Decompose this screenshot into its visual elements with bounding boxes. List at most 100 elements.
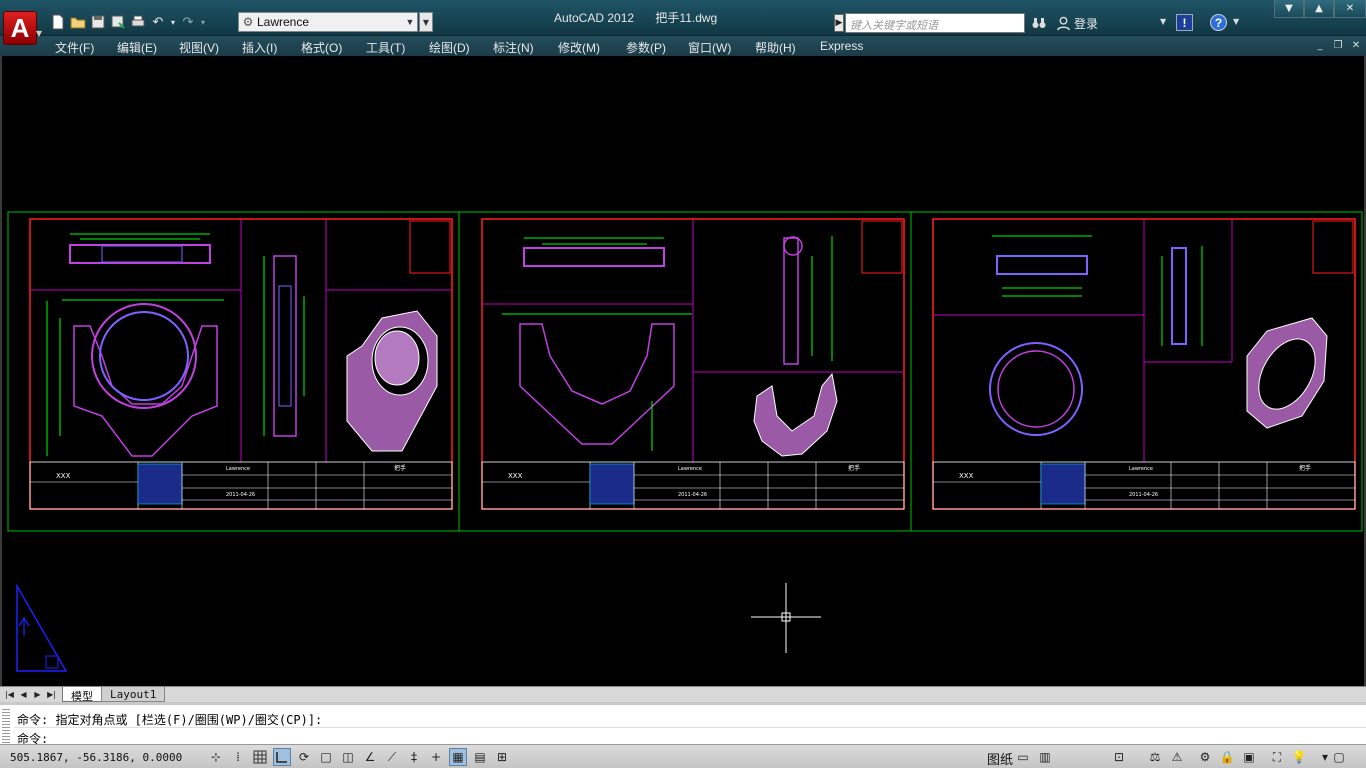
doc-minimize-icon[interactable]: _ (1313, 38, 1327, 52)
user-icon[interactable] (1054, 13, 1072, 33)
menu-format[interactable]: 格式(O) (301, 39, 342, 56)
close-button[interactable]: ✕ (1334, 0, 1366, 18)
quick-properties-icon[interactable]: ▤ (471, 748, 489, 766)
polar-tracking-icon[interactable]: ⟳ (295, 748, 313, 766)
prev-tab-icon[interactable]: ◀ (18, 688, 29, 701)
paper-space-label[interactable]: 图纸 (987, 749, 1013, 768)
annotation-scale-icon[interactable]: ⚖ (1146, 748, 1164, 766)
application-menu-button[interactable]: A ▼ (0, 8, 42, 48)
selection-cycling-icon[interactable]: ⊞ (493, 748, 511, 766)
toolbar-lock-icon[interactable]: ▣ (1240, 748, 1258, 766)
print-icon[interactable] (128, 12, 148, 32)
save-as-icon[interactable] (108, 12, 128, 32)
coordinate-readout[interactable]: 505.1867, -56.3186, 0.0000 (10, 751, 182, 764)
minimize-button[interactable]: ▼ (1274, 0, 1304, 18)
menu-insert[interactable]: 插入(I) (242, 39, 277, 56)
chevron-down-icon[interactable]: ▼ (1233, 17, 1239, 26)
snap-mode-icon[interactable]: ⁞ (229, 748, 247, 766)
layout-tab-bar: |◀ ◀ ▶ ▶| 模型 Layout1 (0, 686, 1366, 703)
workspace-dropdown[interactable]: ⚙ Lawrence ▼ (238, 12, 418, 32)
part-side-view (1171, 247, 1187, 345)
quick-view-layouts-icon[interactable]: ▭ (1014, 748, 1032, 766)
menu-file[interactable]: 文件(F) (55, 39, 94, 56)
first-tab-icon[interactable]: |◀ (4, 688, 15, 701)
part-top-view (523, 247, 665, 267)
next-tab-icon[interactable]: ▶ (32, 688, 43, 701)
lineweight-icon[interactable]: + (427, 748, 445, 766)
part-isometric-view (753, 372, 838, 457)
hardware-acceleration-icon[interactable]: ⛶ (1268, 748, 1286, 766)
chevron-down-icon[interactable]: ▾ (168, 12, 178, 32)
object-snap-tracking-icon[interactable]: ∠ (361, 748, 379, 766)
transparency-icon[interactable]: ▦ (449, 748, 467, 766)
infer-constraints-icon[interactable]: ⊹ (207, 748, 225, 766)
menu-view[interactable]: 视图(V) (179, 39, 219, 56)
isolate-objects-icon[interactable]: 💡 (1290, 748, 1308, 766)
menu-dimension[interactable]: 标注(N) (493, 39, 534, 56)
new-file-icon[interactable] (48, 12, 68, 32)
menu-tools[interactable]: 工具(T) (366, 39, 405, 56)
part-front-circle (989, 342, 1083, 436)
chevron-down-icon[interactable]: ▼ (1160, 17, 1166, 26)
part-side-view (278, 285, 292, 407)
autocad-window: A ▼ ↶ ▾ ↷ ▾ ⚙ Lawrence ▼ ▼ AutoCAD 2012 … (0, 0, 1366, 768)
maximize-viewport-icon[interactable]: ⊡ (1110, 748, 1128, 766)
part-top-view (69, 244, 211, 264)
menu-help[interactable]: 帮助(H) (755, 39, 796, 56)
quick-view-drawings-icon[interactable]: ▥ (1036, 748, 1054, 766)
dynamic-ucs-icon[interactable]: ⟋ (383, 748, 401, 766)
binoculars-search-icon[interactable] (1029, 13, 1049, 33)
menu-window[interactable]: 窗口(W) (688, 39, 731, 56)
doc-restore-icon[interactable]: ❐ (1331, 38, 1345, 52)
last-tab-icon[interactable]: ▶| (46, 688, 57, 701)
window-title: AutoCAD 2012 把手11.dwg (554, 9, 735, 26)
title-block-designer: Lawrence (1129, 466, 1153, 472)
part-front-circle (91, 303, 197, 409)
menu-modify[interactable]: 修改(M) (558, 39, 600, 56)
doc-close-icon[interactable]: ✕ (1349, 38, 1363, 52)
chevron-down-icon[interactable]: ▾ (198, 12, 208, 32)
file-name: 把手11.dwg (655, 11, 718, 25)
undo-icon[interactable]: ↶ (148, 12, 168, 32)
clean-screen-icon[interactable]: ▢ (1330, 748, 1348, 766)
maximize-button[interactable]: ▲ (1304, 0, 1334, 18)
menu-express[interactable]: Express (820, 39, 863, 53)
save-icon[interactable] (88, 12, 108, 32)
part-top-view (101, 245, 183, 263)
lock-icon[interactable]: 🔒 (1218, 748, 1236, 766)
redo-icon[interactable]: ↷ (178, 12, 198, 32)
exchange-icon[interactable]: ! (1176, 14, 1193, 31)
object-snap-icon[interactable]: □ (317, 748, 335, 766)
help-icon[interactable]: ? (1210, 14, 1227, 31)
login-link[interactable]: 登录 (1074, 15, 1098, 32)
gear-icon: ⚙ (242, 15, 254, 29)
infocenter-search-input[interactable]: 键入关键字或短语 (845, 13, 1025, 33)
open-folder-icon[interactable] (68, 12, 88, 32)
drawing-sheet-3: XXX Lawrence 2011-04-26 把手 (932, 218, 1356, 510)
command-separator (14, 727, 1366, 728)
grid-display-icon[interactable] (251, 748, 269, 766)
menu-edit[interactable]: 编辑(E) (117, 39, 157, 56)
command-line[interactable]: 命令: 指定对角点或 [栏选(F)/圈围(WP)/圈交(CP)]: 命令: (0, 702, 1366, 746)
title-block-project: 把手 (848, 464, 860, 472)
3d-object-snap-icon[interactable]: ◫ (339, 748, 357, 766)
crosshair-cursor (751, 583, 821, 653)
command-line-grip[interactable] (2, 709, 10, 743)
drawing-canvas[interactable]: XXX Lawrence 2011-04-26 把手 XXX Lawrence … (0, 56, 1366, 686)
menu-draw[interactable]: 绘图(D) (429, 39, 470, 56)
app-name: AutoCAD 2012 (554, 11, 635, 25)
chevron-right-icon[interactable]: ▶ (834, 14, 844, 32)
customize-toolbar-button[interactable]: ▼ (419, 12, 433, 32)
title-block-date: 2011-04-26 (1129, 492, 1158, 498)
part-side-view (273, 255, 297, 437)
tab-layout1[interactable]: Layout1 (101, 687, 166, 702)
workspace-switching-icon[interactable]: ⚙ (1196, 748, 1214, 766)
dynamic-input-icon[interactable]: ‡ (405, 748, 423, 766)
menu-parametric[interactable]: 参数(P) (626, 39, 666, 56)
tolerance-table (1040, 463, 1086, 505)
tab-model[interactable]: 模型 (62, 687, 102, 703)
model-space-drawing: XXX Lawrence 2011-04-26 把手 XXX Lawrence … (7, 211, 1363, 672)
ortho-mode-icon[interactable] (273, 748, 291, 766)
annotation-visibility-icon[interactable]: ⚠ (1168, 748, 1186, 766)
part-side-hole (783, 236, 803, 256)
